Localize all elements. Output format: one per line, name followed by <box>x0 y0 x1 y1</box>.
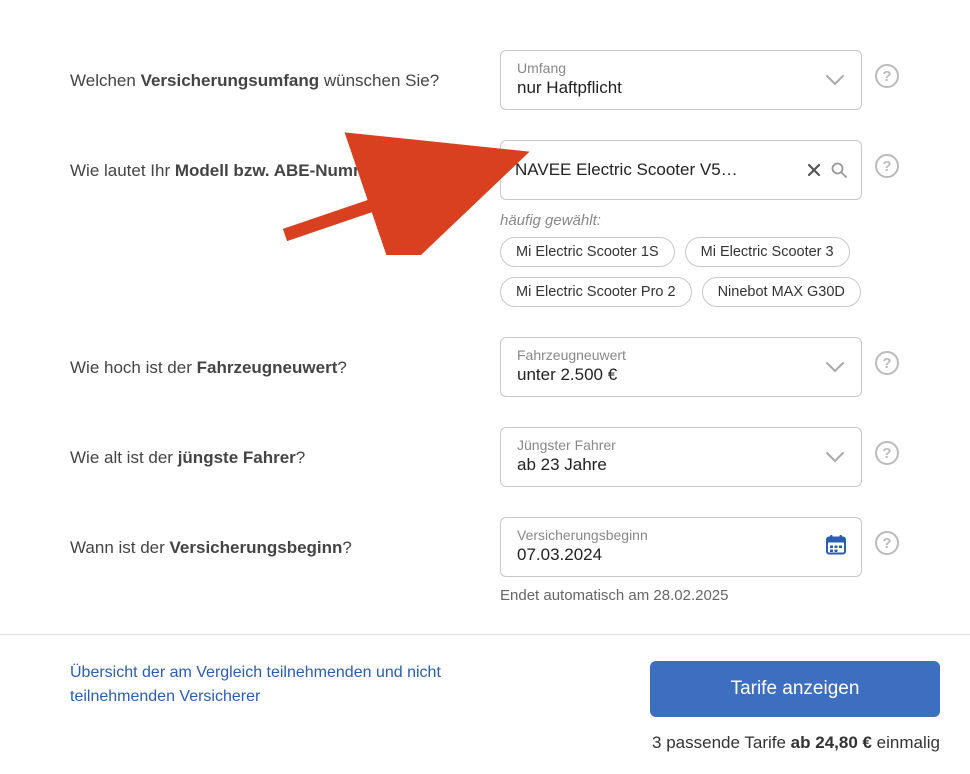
driver-select-value: ab 23 Jahre <box>517 455 607 474</box>
chip-ninebot[interactable]: Ninebot MAX G30D <box>702 277 861 307</box>
driver-select[interactable]: Jüngster Fahrer ab 23 Jahre <box>500 427 862 487</box>
help-icon[interactable]: ? <box>875 531 899 555</box>
participating-insurers-link[interactable]: Übersicht der am Vergleich teilnehmenden… <box>70 661 490 709</box>
driver-question: Wie alt ist der jüngste Fahrer? <box>70 427 500 471</box>
coverage-select-label: Umfang <box>517 60 821 76</box>
coverage-select-value: nur Haftpflicht <box>517 78 622 97</box>
newvalue-select-label: Fahrzeugneuwert <box>517 347 821 363</box>
help-icon[interactable]: ? <box>875 441 899 465</box>
start-question: Wann ist der Versicherungsbeginn? <box>70 517 500 561</box>
show-tariffs-button[interactable]: Tarife anzeigen <box>650 661 940 717</box>
newvalue-select[interactable]: Fahrzeugneuwert unter 2.500 € <box>500 337 862 397</box>
driver-select-label: Jüngster Fahrer <box>517 437 821 453</box>
model-search-input[interactable]: NAVEE Electric Scooter V5… <box>500 140 862 200</box>
help-icon[interactable]: ? <box>875 154 899 178</box>
model-hint: häufig gewählt: <box>500 212 862 229</box>
chip-mi-1s[interactable]: Mi Electric Scooter 1S <box>500 237 675 267</box>
coverage-select[interactable]: Umfang nur Haftpflicht <box>500 50 862 110</box>
chevron-down-icon <box>825 361 845 373</box>
start-date-label: Versicherungsbeginn <box>517 527 821 543</box>
newvalue-select-value: unter 2.500 € <box>517 365 617 384</box>
start-date-value: 07.03.2024 <box>517 545 602 564</box>
chevron-down-icon <box>825 451 845 463</box>
help-icon[interactable]: ? <box>875 351 899 375</box>
calendar-icon <box>825 534 847 561</box>
chevron-down-icon <box>825 74 845 86</box>
help-icon[interactable]: ? <box>875 64 899 88</box>
chip-mi-3[interactable]: Mi Electric Scooter 3 <box>685 237 850 267</box>
coverage-question: Welchen Versicherungsumfang wünschen Sie… <box>70 50 500 94</box>
newvalue-question: Wie hoch ist der Fahrzeugneuwert? <box>70 337 500 381</box>
close-icon[interactable] <box>807 163 821 177</box>
chip-mi-pro2[interactable]: Mi Electric Scooter Pro 2 <box>500 277 692 307</box>
model-question: Wie lautet Ihr Modell bzw. ABE-Nummer? <box>70 140 500 184</box>
start-date-input[interactable]: Versicherungsbeginn 07.03.2024 <box>500 517 862 577</box>
start-note: Endet automatisch am 28.02.2025 <box>500 587 862 604</box>
search-icon[interactable] <box>831 162 847 178</box>
model-search-value: NAVEE Electric Scooter V5… <box>515 160 797 180</box>
result-summary: 3 passende Tarife ab 24,80 € einmalig <box>650 733 940 753</box>
model-chips: Mi Electric Scooter 1S Mi Electric Scoot… <box>500 237 862 307</box>
